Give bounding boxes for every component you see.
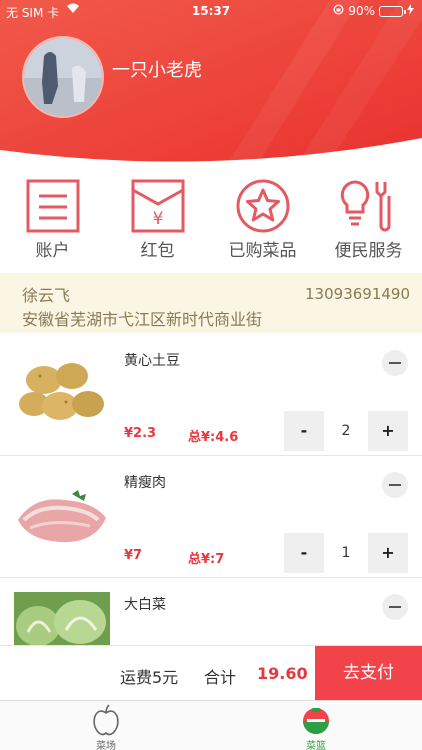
tab-label: 菜篮: [306, 741, 326, 750]
star-icon: [236, 179, 289, 233]
quantity-value: 1: [341, 545, 351, 561]
item-total: 总¥:4.6: [188, 430, 239, 445]
account-menu: 账户 ¥ 红包 已购菜品 便民服务: [0, 175, 422, 270]
pork-image: [14, 474, 110, 554]
remove-item-button[interactable]: [382, 472, 408, 498]
basket-icon: [303, 708, 329, 734]
menu-item-label: 红包: [140, 241, 175, 261]
shipping-fee: 运费5元: [120, 668, 179, 687]
menu-item-services[interactable]: 便民服务: [316, 175, 421, 267]
tab-label: 菜场: [96, 741, 116, 750]
recipient-phone: 13093691490: [305, 285, 410, 303]
bulb-wrench-icon: [340, 180, 390, 232]
recipient-name: 徐云飞: [22, 286, 71, 305]
orientation-lock-icon: [333, 4, 344, 18]
battery-icon: [379, 5, 406, 17]
delivery-address[interactable]: 徐云飞 13093691490 安徽省芜湖市弋江区新时代商业街: [0, 273, 422, 333]
username: 一只小老虎: [112, 60, 202, 81]
item-price: ¥7: [124, 548, 143, 563]
checkout-bar: 运费5元 合计 19.60 去支付: [0, 645, 422, 701]
tab-market[interactable]: 菜场: [66, 701, 146, 750]
bill-list-icon: [26, 179, 79, 233]
menu-item-purchased[interactable]: 已购菜品: [210, 175, 315, 267]
cart-item: 黄心土豆 ¥2.3 总¥:4.6 - 2 +: [0, 334, 422, 456]
street-address: 安徽省芜湖市弋江区新时代商业街: [22, 310, 263, 329]
item-total: 总¥:7: [188, 552, 225, 567]
menu-item-red-envelope[interactable]: ¥ 红包: [105, 175, 210, 267]
menu-item-label: 便民服务: [334, 241, 403, 261]
sum-label: 合计: [204, 668, 237, 687]
charging-icon: [407, 4, 414, 18]
increase-quantity-button[interactable]: +: [368, 533, 408, 573]
menu-item-account[interactable]: 账户: [0, 175, 105, 267]
profile-header: 一只小老虎: [0, 0, 422, 175]
quantity-stepper: - 2 +: [284, 411, 408, 451]
remove-item-button[interactable]: [382, 350, 408, 376]
battery-percent: 90%: [348, 4, 375, 18]
cart-item: 精瘦肉 ¥7 总¥:7 - 1 +: [0, 456, 422, 578]
remove-item-button[interactable]: [382, 594, 408, 620]
item-price: ¥2.3: [124, 426, 157, 441]
menu-item-label: 已购菜品: [228, 241, 297, 261]
item-name: 大白菜: [124, 597, 166, 613]
decrease-quantity-button[interactable]: -: [284, 533, 324, 573]
potato-image: [14, 352, 110, 432]
cabbage-image: [14, 592, 110, 646]
sum-value: 19.60: [257, 664, 308, 683]
decrease-quantity-button[interactable]: -: [284, 411, 324, 451]
avatar[interactable]: [22, 36, 104, 118]
increase-quantity-button[interactable]: +: [368, 411, 408, 451]
tab-bar: 菜场 菜篮: [0, 700, 422, 750]
apple-icon: [93, 704, 119, 736]
quantity-stepper: - 1 +: [284, 533, 408, 573]
quantity-value: 2: [341, 423, 351, 439]
status-bar: 无 SIM 卡 15:37 90%: [0, 0, 422, 22]
svg-text:¥: ¥: [152, 209, 163, 229]
red-envelope-icon: ¥: [131, 179, 184, 233]
item-name: 黄心土豆: [124, 353, 180, 369]
menu-item-label: 账户: [35, 241, 70, 261]
item-name: 精瘦肉: [124, 475, 166, 491]
tab-basket[interactable]: 菜篮: [276, 701, 356, 750]
pay-button[interactable]: 去支付: [315, 646, 422, 701]
